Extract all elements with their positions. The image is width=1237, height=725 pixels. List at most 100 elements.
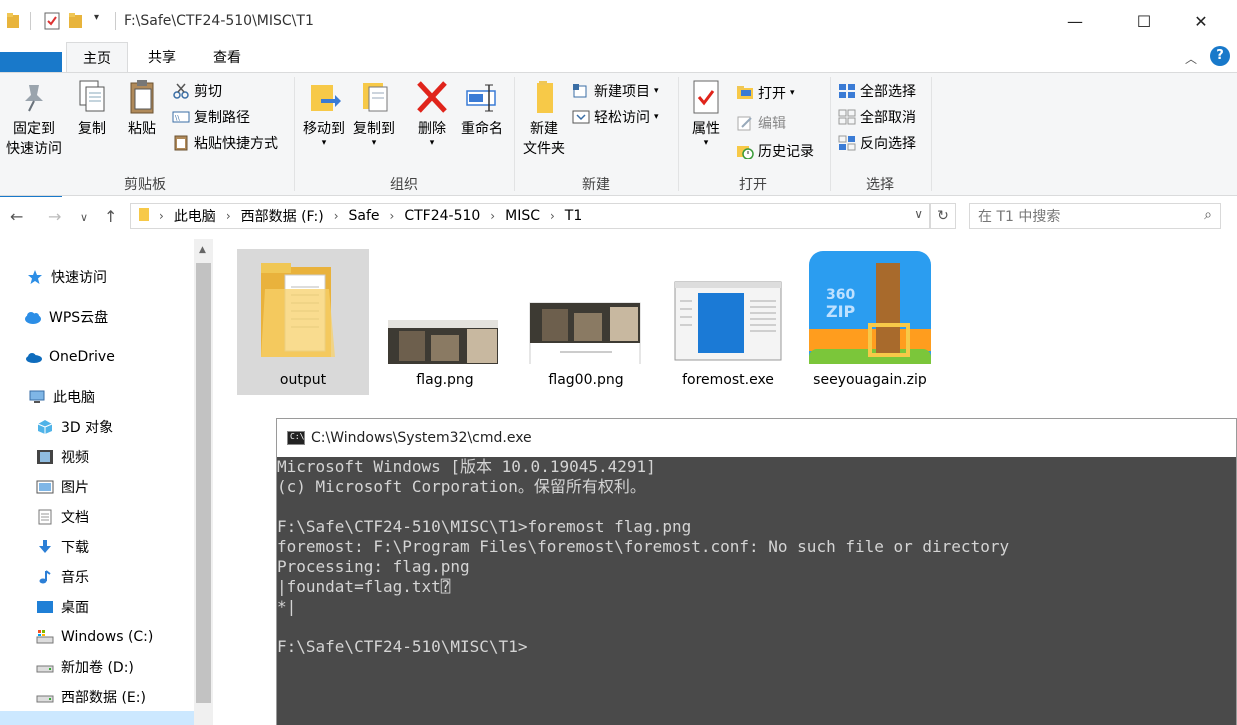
group-separator <box>294 77 295 191</box>
nav-scroll-thumb[interactable] <box>196 263 211 703</box>
copy-path-button[interactable]: \\ 复制路径 <box>172 105 250 129</box>
breadcrumb-drive-f[interactable]: 西部数据 (F:) <box>241 206 324 226</box>
image-thumbnail <box>379 249 511 365</box>
nav-item-pictures[interactable]: 图片 <box>36 475 89 499</box>
nav-item-drive-c[interactable]: Windows (C:) <box>36 625 153 649</box>
paste-shortcut-button[interactable]: 粘贴快捷方式 <box>172 131 278 155</box>
delete-label: 删除 <box>418 121 446 137</box>
history-button[interactable]: 历史记录 <box>736 139 814 163</box>
easy-access-button[interactable]: 轻松访问 ▾ <box>572 105 659 129</box>
search-input[interactable]: 在 T1 中搜索 ⌕ <box>969 203 1221 229</box>
breadcrumb-separator-icon: › <box>225 209 231 223</box>
new-folder-button[interactable]: 新建 文件夹 <box>518 79 570 159</box>
nav-item-music[interactable]: 音乐 <box>36 565 89 589</box>
nav-label: 此电脑 <box>53 390 95 406</box>
collapse-ribbon-icon[interactable]: ︿ <box>1185 50 1197 67</box>
nav-label: 新加卷 (D:) <box>61 660 134 676</box>
dropdown-arrow-icon: ▾ <box>429 138 435 148</box>
new-group-label: 新建 <box>582 177 610 193</box>
console-line: |foundat=flag.txt⍰ <box>277 577 451 596</box>
help-icon[interactable]: ? <box>1210 46 1230 66</box>
cmd-console[interactable]: Microsoft Windows [版本 10.0.19045.4291] (… <box>277 457 1236 725</box>
tab-home[interactable]: 主页 <box>66 42 128 72</box>
address-bar[interactable]: › 此电脑 › 西部数据 (F:) › Safe › CTF24-510 › M… <box>130 203 930 229</box>
nav-item-drive-e[interactable]: 西部数据 (E:) <box>36 685 146 709</box>
properties-icon <box>689 79 723 115</box>
video-icon <box>36 449 54 465</box>
breadcrumb-separator-icon: › <box>389 209 395 223</box>
scroll-up-arrow-icon[interactable]: ▲ <box>199 245 206 255</box>
nav-item-quick-access[interactable]: 快速访问 <box>26 265 107 289</box>
paste-button[interactable]: 粘贴 <box>120 79 164 139</box>
nav-item-drive-f-selected[interactable] <box>0 711 194 725</box>
up-arrow-icon[interactable]: ↑ <box>104 207 117 226</box>
address-history-chevron-icon[interactable]: ∨ <box>914 207 923 221</box>
nav-item-downloads[interactable]: 下载 <box>36 535 89 559</box>
console-line: foremost: F:\Program Files\foremost\fore… <box>277 537 1010 556</box>
file-name: flag00.png <box>548 372 624 388</box>
search-icon[interactable]: ⌕ <box>1204 207 1212 223</box>
new-item-button[interactable]: 新建项目 ▾ <box>572 79 659 103</box>
pin-to-quick-access-button[interactable]: 固定到 快速访问 <box>2 79 66 159</box>
new-folder-qat-icon[interactable] <box>68 12 84 30</box>
cmd-window[interactable]: C:\ C:\Windows\System32\cmd.exe Microsof… <box>276 418 1237 725</box>
select-none-button[interactable]: 全部取消 <box>838 105 916 129</box>
copy-button[interactable]: 复制 <box>70 79 114 139</box>
nav-label: 视频 <box>61 450 89 466</box>
close-button[interactable]: ✕ <box>1178 0 1224 42</box>
breadcrumb-ctf24-510[interactable]: CTF24-510 <box>404 208 480 224</box>
properties-button[interactable]: 属性 ▾ <box>684 79 728 148</box>
forward-arrow-icon[interactable]: → <box>48 207 61 226</box>
search-placeholder: 在 T1 中搜索 <box>978 209 1061 225</box>
paste-shortcut-label: 粘贴快捷方式 <box>194 136 278 152</box>
history-icon <box>736 143 754 160</box>
console-line: *| <box>277 597 297 616</box>
file-item-output[interactable]: output <box>237 249 369 395</box>
nav-item-this-pc[interactable]: 此电脑 <box>28 385 95 409</box>
qat-dropdown-icon[interactable]: ▾ <box>94 12 106 30</box>
properties-qat-icon[interactable] <box>44 12 60 30</box>
breadcrumb-t1[interactable]: T1 <box>565 208 582 224</box>
nav-item-drive-d[interactable]: 新加卷 (D:) <box>36 655 134 679</box>
invert-selection-button[interactable]: 反向选择 <box>838 131 916 155</box>
open-button[interactable]: 打开 ▾ <box>736 81 795 105</box>
group-separator <box>830 77 831 191</box>
minimize-button[interactable]: — <box>1052 0 1098 42</box>
maximize-button[interactable]: ☐ <box>1121 0 1167 42</box>
nav-item-documents[interactable]: 文档 <box>36 505 89 529</box>
breadcrumb-this-pc[interactable]: 此电脑 <box>174 206 216 226</box>
file-item-seeyouagain-zip[interactable]: 360 ZIP seeyouagain.zip <box>804 249 936 395</box>
refresh-icon[interactable]: ↻ <box>930 203 956 229</box>
nav-item-videos[interactable]: 视频 <box>36 445 89 469</box>
delete-x-icon <box>415 79 449 115</box>
breadcrumb-misc[interactable]: MISC <box>505 208 540 224</box>
file-item-foremost-exe[interactable]: foremost.exe <box>662 249 794 395</box>
tab-share[interactable]: 共享 <box>134 42 190 72</box>
recent-locations-chevron-icon[interactable]: ∨ <box>80 211 88 224</box>
copy-to-icon <box>357 79 391 115</box>
select-all-button[interactable]: 全部选择 <box>838 79 916 103</box>
edit-button[interactable]: 编辑 <box>736 111 786 135</box>
nav-scrollbar[interactable]: ▲ <box>194 239 213 725</box>
rename-button[interactable]: 重命名 <box>456 79 508 139</box>
copy-to-button[interactable]: 复制到 ▾ <box>350 79 398 148</box>
breadcrumb-safe[interactable]: Safe <box>349 208 380 224</box>
tab-view[interactable]: 查看 <box>199 42 255 72</box>
drive-c-icon <box>36 629 54 645</box>
paste-shortcut-icon <box>172 135 190 151</box>
back-arrow-icon[interactable]: ← <box>10 207 23 226</box>
move-to-button[interactable]: 移动到 ▾ <box>300 79 348 148</box>
organize-group-label: 组织 <box>390 177 418 193</box>
cmd-title-bar[interactable]: C:\ C:\Windows\System32\cmd.exe <box>277 419 1236 457</box>
file-item-flag00-png[interactable]: flag00.png <box>520 249 652 395</box>
nav-item-3d-objects[interactable]: 3D 对象 <box>36 415 113 439</box>
file-item-flag-png[interactable]: flag.png <box>379 249 511 395</box>
cut-button[interactable]: 剪切 <box>172 79 222 103</box>
nav-item-onedrive[interactable]: OneDrive <box>24 345 115 369</box>
move-to-icon <box>307 79 341 115</box>
nav-label: 文档 <box>61 510 89 526</box>
nav-item-desktop[interactable]: 桌面 <box>36 595 89 619</box>
delete-button[interactable]: 删除 ▾ <box>410 79 454 148</box>
nav-item-wps-cloud[interactable]: WPS云盘 <box>24 305 108 329</box>
